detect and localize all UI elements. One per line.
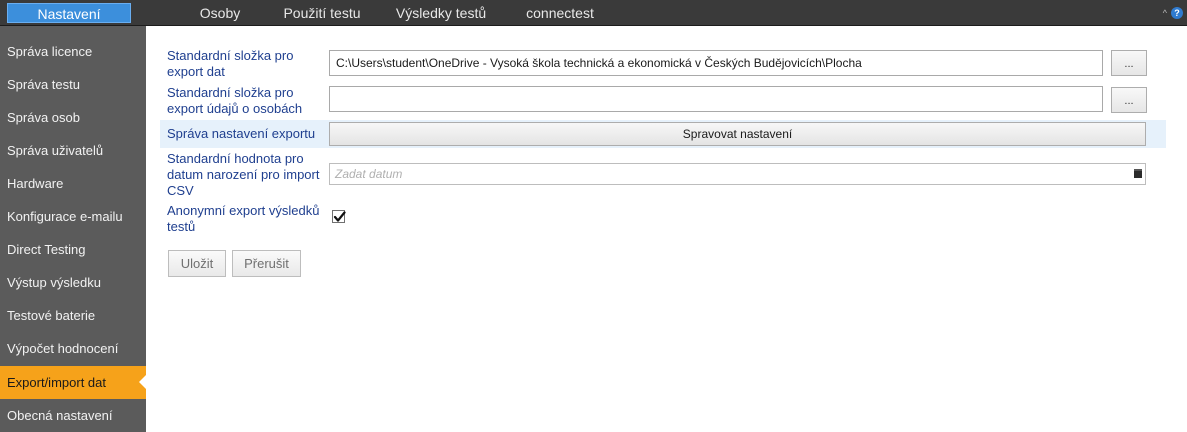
sidebar-item-label: Export/import dat (7, 375, 106, 390)
default-birthdate-label: Standardní hodnota pro datum narození pr… (167, 151, 320, 198)
sidebar-item-export-import-dat[interactable]: Export/import dat (0, 366, 146, 399)
sidebar-item-direct-testing[interactable]: Direct Testing (0, 233, 146, 266)
anonymous-export-checkbox[interactable] (332, 210, 346, 223)
default-birthdate-picker[interactable]: Zadat datum (329, 163, 1146, 185)
settings-sidebar: Správa licence Správa testu Správa osob … (0, 26, 146, 432)
person-export-folder-label: Standardní složka pro export údajů o oso… (167, 85, 303, 116)
checkmark-icon (333, 211, 346, 222)
sidebar-item-obecna-nastaveni[interactable]: Obecná nastavení (0, 399, 146, 432)
date-placeholder: Zadat datum (335, 167, 403, 181)
sidebar-item-sprava-testu[interactable]: Správa testu (0, 68, 146, 101)
tab-pouziti-testu[interactable]: Použití testu (272, 3, 372, 23)
chevron-up-icon[interactable]: ^ (1163, 8, 1167, 18)
person-export-folder-input[interactable] (329, 86, 1103, 112)
sidebar-item-sprava-osob[interactable]: Správa osob (0, 101, 146, 134)
sidebar-item-sprava-licence[interactable]: Správa licence (0, 35, 146, 68)
calendar-icon[interactable] (1134, 169, 1142, 178)
export-folder-browse-button[interactable]: ... (1111, 50, 1147, 76)
anonymous-export-label: Anonymní export výsledků testů (167, 203, 320, 234)
window-corner-controls: ^ ? (1163, 4, 1183, 22)
export-settings-label: Správa nastavení exportu (167, 126, 316, 141)
person-export-folder-browse-button[interactable]: ... (1111, 87, 1147, 113)
manage-settings-button[interactable]: Spravovat nastavení (329, 122, 1146, 146)
sidebar-item-vystup-vysledku[interactable]: Výstup výsledku (0, 266, 146, 299)
tab-nastaveni[interactable]: Nastavení (7, 3, 131, 23)
selection-pointer-icon (139, 375, 146, 389)
tab-connectest[interactable]: connectest (514, 3, 606, 23)
sidebar-item-testove-baterie[interactable]: Testové baterie (0, 299, 146, 332)
export-folder-label: Standardní složka pro export dat (167, 48, 294, 79)
tab-osoby[interactable]: Osoby (180, 3, 260, 23)
export-folder-input[interactable]: C:\Users\student\OneDrive - Vysoká škola… (329, 50, 1103, 76)
sidebar-item-sprava-uzivatelu[interactable]: Správa uživatelů (0, 134, 146, 167)
top-menu-bar: Nastavení Osoby Použití testu Výsledky t… (0, 0, 1187, 26)
cancel-button[interactable]: Přerušit (232, 250, 301, 277)
tab-vysledky-testu[interactable]: Výsledky testů (382, 3, 500, 23)
save-button[interactable]: Uložit (168, 250, 226, 277)
sidebar-item-konfigurace-e-mailu[interactable]: Konfigurace e-mailu (0, 200, 146, 233)
help-icon[interactable]: ? (1171, 7, 1183, 19)
sidebar-item-vypocet-hodnoceni[interactable]: Výpočet hodnocení (0, 332, 146, 365)
export-import-settings-panel: Standardní složka pro export dat C:\User… (146, 26, 1187, 432)
sidebar-item-hardware[interactable]: Hardware (0, 167, 146, 200)
